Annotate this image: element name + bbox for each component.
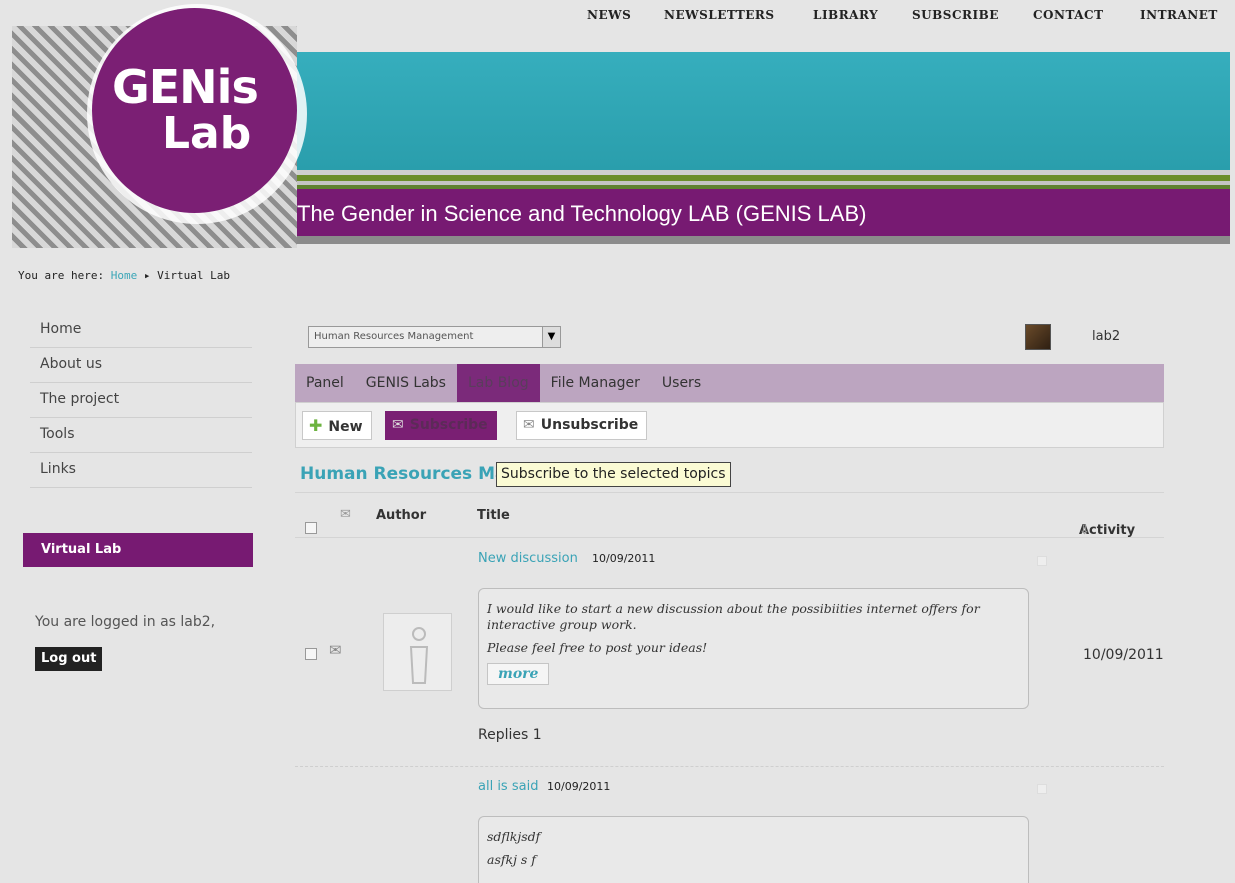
group-select-value: Human Resources Management bbox=[314, 331, 474, 342]
subscribe-button-label: Subscribe bbox=[409, 417, 488, 433]
topic-excerpt-text: asfkj s f bbox=[487, 852, 536, 867]
sidebar-item-links[interactable]: Links bbox=[30, 453, 252, 488]
topic-activity-date: 10/09/2011 bbox=[1083, 647, 1164, 663]
logo-text-bottom: Lab bbox=[162, 108, 252, 159]
topic-title-link[interactable]: New discussion bbox=[478, 551, 578, 566]
unsubscribe-button-label: Unsubscribe bbox=[540, 417, 639, 433]
site-tagline: The Gender in Science and Technology LAB… bbox=[297, 201, 867, 226]
new-button[interactable]: ✚ New bbox=[302, 411, 372, 440]
topic-excerpt: sdflkjsdf asfkj s f bbox=[478, 816, 1029, 883]
new-button-label: New bbox=[328, 419, 363, 435]
subscribe-button[interactable]: ✉ Subscribe bbox=[385, 411, 497, 440]
topic-action-icon[interactable] bbox=[1037, 784, 1047, 794]
sidebar-item-the-project[interactable]: The project bbox=[30, 383, 252, 418]
envelope-icon: ✉ bbox=[392, 417, 404, 433]
sidebar-menu: Home About us The project Tools Links bbox=[30, 313, 252, 488]
envelope-open-icon[interactable]: ✉ bbox=[329, 641, 342, 659]
topics-table-header: ✉ Author Title Activity ⇩ bbox=[295, 492, 1164, 538]
topic-date: 10/09/2011 bbox=[547, 780, 611, 793]
logout-button[interactable]: Log out bbox=[35, 647, 103, 671]
topic-date: 10/09/2011 bbox=[592, 552, 656, 565]
topic-action-icon[interactable] bbox=[1037, 556, 1047, 566]
blog-toolbar: ✚ New ✉ Subscribe ✉ Unsubscribe bbox=[295, 402, 1164, 448]
dropdown-arrow-icon[interactable]: ▼ bbox=[542, 327, 560, 347]
tab-panel[interactable]: Panel bbox=[295, 364, 355, 402]
tab-genis-labs[interactable]: GENIS Labs bbox=[355, 364, 457, 402]
topic-excerpt-text: sdflkjsdf bbox=[487, 829, 541, 844]
username[interactable]: lab2 bbox=[1092, 329, 1120, 344]
user-avatar[interactable] bbox=[1025, 324, 1051, 350]
more-button[interactable]: more bbox=[487, 663, 550, 685]
plus-icon: ✚ bbox=[309, 416, 323, 435]
breadcrumb-separator-icon: ▸ bbox=[143, 269, 151, 282]
column-title[interactable]: Title bbox=[477, 508, 510, 523]
topic-title-link[interactable]: all is said bbox=[478, 779, 538, 794]
sidebar-item-about-us[interactable]: About us bbox=[30, 348, 252, 383]
subscribe-tooltip: Subscribe to the selected topics bbox=[496, 462, 731, 487]
topic-excerpt-text: Please feel free to post your ideas! bbox=[487, 640, 708, 655]
tab-lab-blog[interactable]: Lab Blog bbox=[456, 364, 540, 402]
forum-title: Human Resources Ma bbox=[300, 464, 496, 484]
tab-file-manager[interactable]: File Manager bbox=[540, 364, 651, 402]
logged-in-text: You are logged in as lab2, bbox=[35, 614, 216, 630]
nav-subscribe[interactable]: SUBSCRIBE bbox=[912, 8, 999, 22]
tab-users[interactable]: Users bbox=[651, 364, 712, 402]
sort-down-icon: ⇩ bbox=[1079, 523, 1090, 538]
sidebar-item-home[interactable]: Home bbox=[30, 313, 252, 348]
nav-contact[interactable]: CONTACT bbox=[1033, 8, 1104, 22]
person-placeholder-icon bbox=[383, 613, 452, 691]
subscription-column-envelope-icon: ✉ bbox=[340, 507, 351, 522]
column-author[interactable]: Author bbox=[376, 508, 426, 523]
group-select[interactable]: Human Resources Management ▼ bbox=[308, 326, 561, 348]
breadcrumb-current: Virtual Lab bbox=[157, 269, 230, 282]
sidebar-item-tools[interactable]: Tools bbox=[30, 418, 252, 453]
logo-text-top: GENis bbox=[112, 60, 259, 114]
nav-library[interactable]: LIBRARY bbox=[813, 8, 878, 22]
topic-excerpt-text: I would like to start a new discussion a… bbox=[487, 601, 980, 632]
breadcrumb-prefix: You are here: bbox=[18, 269, 105, 282]
topic-replies: Replies 1 bbox=[478, 727, 542, 743]
unsubscribe-button[interactable]: ✉ Unsubscribe bbox=[516, 411, 648, 440]
breadcrumb-home-link[interactable]: Home bbox=[111, 269, 138, 282]
nav-intranet[interactable]: INTRANET bbox=[1140, 8, 1218, 22]
topic-checkbox[interactable] bbox=[305, 645, 317, 664]
lab-tabs: Panel GENIS Labs Lab Blog File Manager U… bbox=[295, 364, 1164, 402]
genis-lab-logo[interactable]: GENis Lab bbox=[92, 8, 297, 213]
topic-excerpt: I would like to start a new discussion a… bbox=[478, 588, 1029, 709]
row-divider bbox=[295, 766, 1164, 767]
nav-news[interactable]: NEWS bbox=[587, 8, 631, 22]
header-banner: GENis Lab The Gender in Science and Tech… bbox=[12, 4, 1230, 248]
nav-newsletters[interactable]: NEWSLETTERS bbox=[664, 8, 775, 22]
sidebar-section-virtual-lab[interactable]: Virtual Lab bbox=[23, 533, 253, 567]
breadcrumb: You are here: Home ▸ Virtual Lab bbox=[18, 269, 230, 282]
envelope-open-icon: ✉ bbox=[523, 417, 535, 433]
